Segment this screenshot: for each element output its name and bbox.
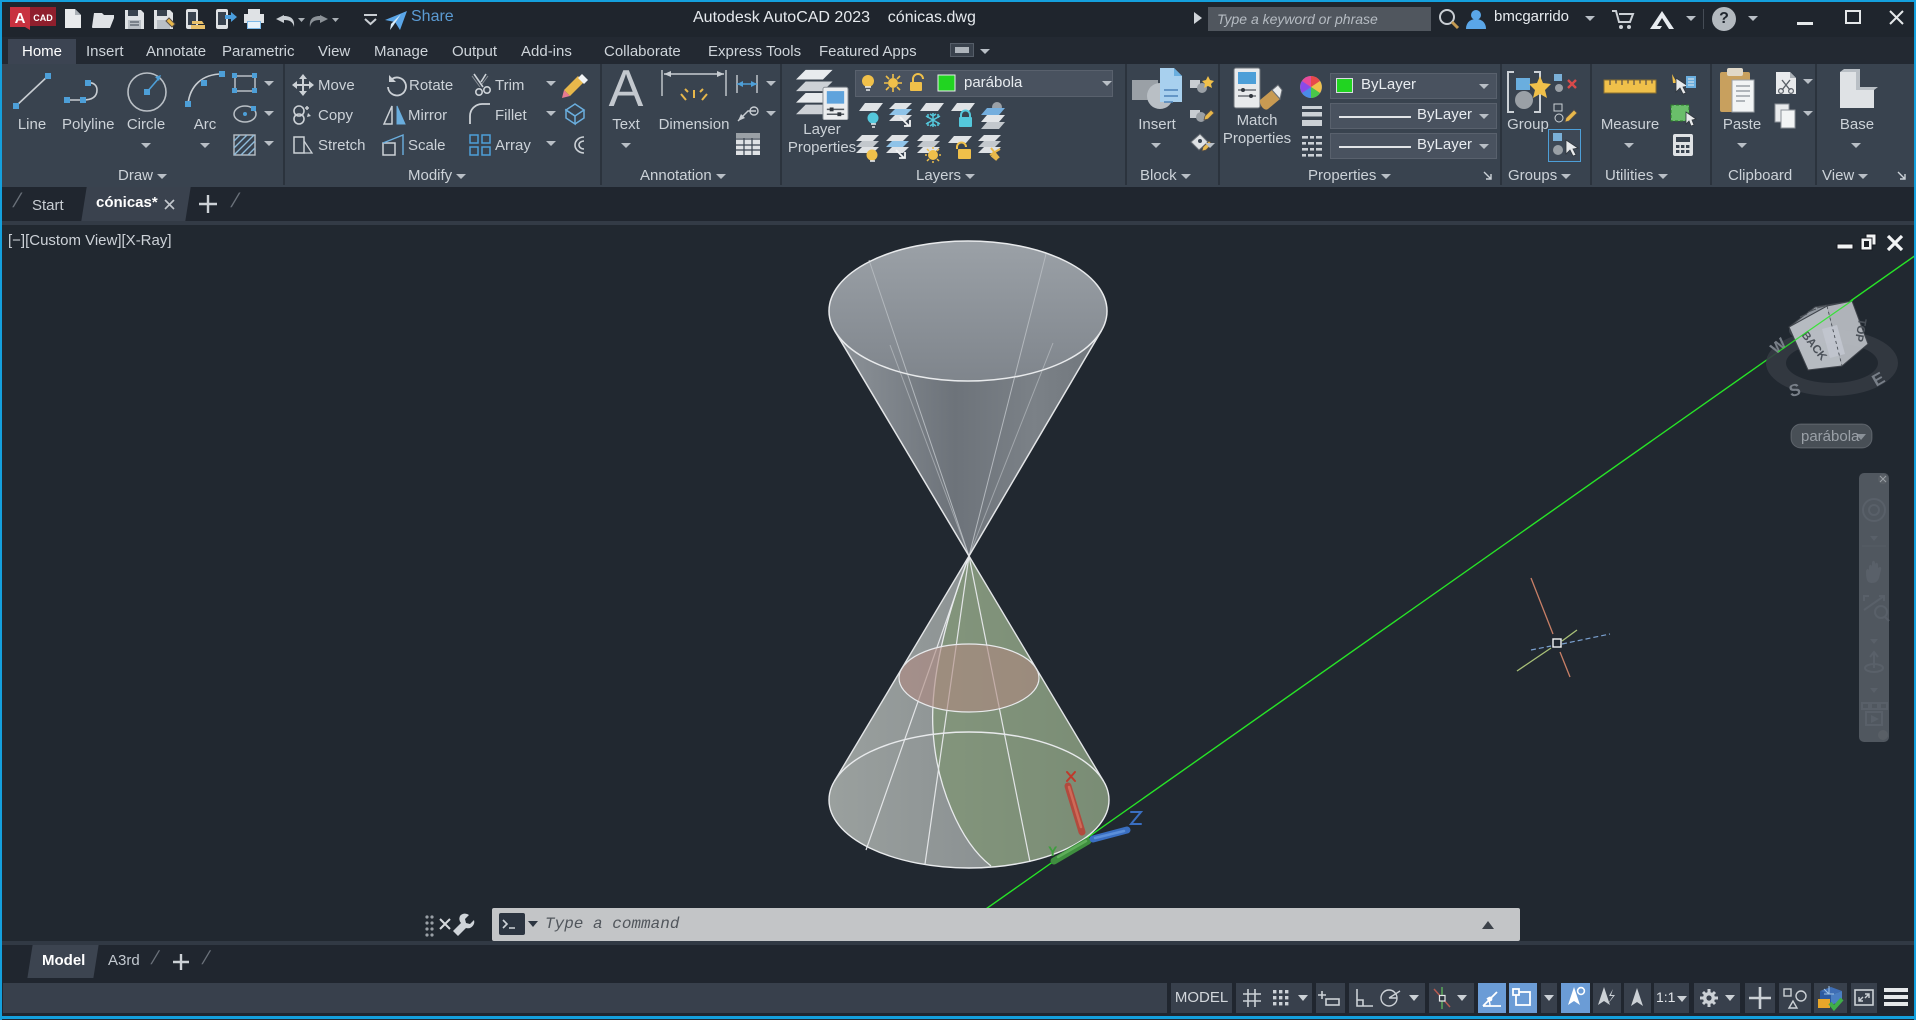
svg-text:A: A [15, 10, 26, 27]
svg-text:CAD: CAD [33, 13, 53, 23]
svg-text:parábola: parábola [1801, 428, 1860, 445]
